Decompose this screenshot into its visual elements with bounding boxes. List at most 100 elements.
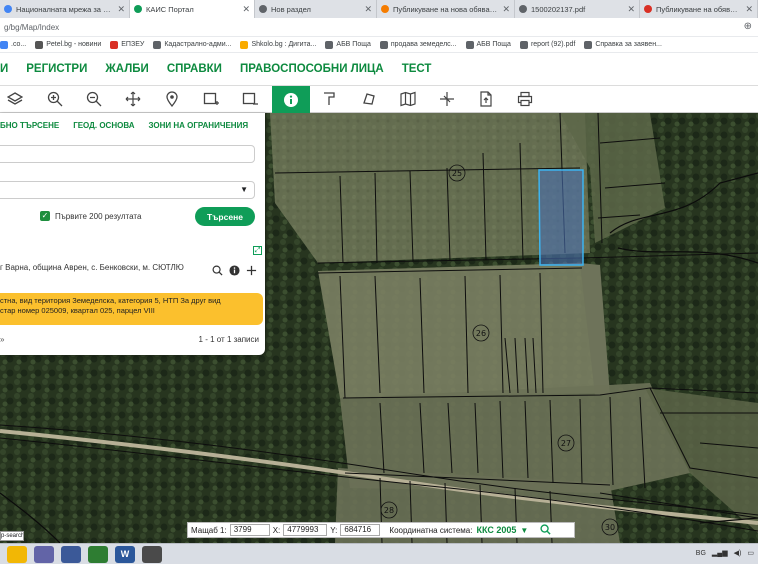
tab-close-icon[interactable]: ✕ xyxy=(242,4,250,15)
bookmark-item[interactable]: Shkolo.bg : Дигита... xyxy=(240,40,316,49)
language-indicator[interactable]: BG xyxy=(696,550,706,557)
plus-icon[interactable] xyxy=(245,264,257,276)
measure-length-icon[interactable] xyxy=(319,88,341,110)
word-icon[interactable]: W xyxy=(115,545,135,563)
tab-close-icon[interactable]: ✕ xyxy=(502,4,510,15)
system-tray: BG ▂▄▆ ◀) ▭ xyxy=(696,549,754,558)
tab-title: Нов раздел xyxy=(271,4,311,14)
tab-close-icon[interactable]: ✕ xyxy=(627,4,635,15)
tab-restriction-zones[interactable]: ЗОНИ НА ОГРАНИЧЕНИЯ xyxy=(148,121,248,130)
nav-item[interactable]: И xyxy=(0,63,8,75)
nav-item[interactable]: РЕГИСТРИ xyxy=(26,63,87,75)
info-circle-icon[interactable] xyxy=(228,264,240,276)
volume-icon[interactable]: ◀) xyxy=(734,549,742,557)
parcel-label-27: 27 xyxy=(561,439,571,448)
browser-tab[interactable]: Публикуване на нова обява в ... ✕ xyxy=(377,0,515,18)
selected-parcel[interactable] xyxy=(538,169,584,266)
bookmark-item[interactable]: report (92).pdf xyxy=(519,40,575,49)
export-icon[interactable] xyxy=(475,88,497,110)
bookmark-item[interactable]: Petel.bg - новини xyxy=(35,40,101,49)
nav-item[interactable]: ПРАВОСПОСОБНИ ЛИЦА xyxy=(240,63,384,75)
measure-area-icon[interactable] xyxy=(358,88,380,110)
system-dropdown-icon[interactable]: ▼ xyxy=(520,526,528,535)
pan-icon[interactable] xyxy=(122,88,144,110)
url-text[interactable]: g/bg/Map/Index xyxy=(4,23,59,32)
nav-item[interactable]: ТЕСТ xyxy=(402,63,432,75)
select-rectangle-icon[interactable] xyxy=(200,88,222,110)
browser-tab[interactable]: Нов раздел ✕ xyxy=(255,0,377,18)
deselect-rectangle-icon[interactable] xyxy=(239,88,261,110)
bookmark-favicon-icon xyxy=(584,40,593,49)
bookmark-item[interactable]: АБВ Поща xyxy=(325,40,371,49)
search-type-select[interactable]: ▼ xyxy=(0,181,255,199)
location-pin-icon[interactable] xyxy=(161,88,183,110)
bookmark-label: АБВ Поща xyxy=(476,41,511,48)
zoom-in-icon[interactable] xyxy=(44,88,66,110)
tab-close-icon[interactable]: ✕ xyxy=(117,4,125,15)
bookmark-label: Кадастрално-адми... xyxy=(164,41,232,48)
tab-favicon-icon xyxy=(134,5,142,13)
check-icon: ✓ xyxy=(40,211,50,221)
nav-item[interactable]: СПРАВКИ xyxy=(167,63,222,75)
bookmark-item[interactable]: АБВ Поща xyxy=(465,40,511,49)
y-input[interactable]: 684716 xyxy=(340,524,381,536)
expand-icon[interactable]: ⤢ xyxy=(253,246,262,255)
result-location: г Варна, община Аврен, с. Бенковски, м. … xyxy=(0,263,184,272)
x-label: X: xyxy=(272,525,281,535)
result-item[interactable]: стна, вид територия Земеделска, категори… xyxy=(0,293,263,325)
tab-close-icon[interactable]: ✕ xyxy=(364,4,372,15)
file-explorer-icon[interactable] xyxy=(7,545,27,563)
tab-title: Публикуване на обява - Продаж... xyxy=(656,4,741,14)
print-icon[interactable] xyxy=(514,88,536,110)
crosshair-icon[interactable] xyxy=(436,88,458,110)
tool-icon[interactable] xyxy=(61,545,81,563)
first-200-checkbox[interactable]: ✓ Първите 200 резултата xyxy=(40,211,141,221)
chevron-down-icon: ▼ xyxy=(240,185,248,194)
coordinate-system-value[interactable]: ККС 2005 xyxy=(476,525,516,535)
network-icon[interactable]: ▂▄▆ xyxy=(712,549,728,557)
address-bar[interactable]: g/bg/Map/Index ⊕ xyxy=(0,18,758,37)
browser-tab[interactable]: КАИС Портал ✕ xyxy=(130,0,255,18)
zoom-out-icon[interactable] xyxy=(83,88,105,110)
bookmark-item[interactable]: ЕПЗЕУ xyxy=(110,40,145,49)
search-text-input[interactable] xyxy=(0,145,255,163)
parcel-label-26: 26 xyxy=(476,329,486,338)
tab-favicon-icon xyxy=(381,5,389,13)
search-panel: БНО ТЪРСЕНЕ ГЕОД. ОСНОВА ЗОНИ НА ОГРАНИЧ… xyxy=(0,113,265,355)
scale-input[interactable]: 3799 xyxy=(229,524,270,536)
teams-icon[interactable] xyxy=(34,545,54,563)
notification-icon[interactable]: ▭ xyxy=(747,549,754,557)
bookmark-item[interactable]: Кадастрално-адми... xyxy=(153,40,232,49)
tab-geodetic-base[interactable]: ГЕОД. ОСНОВА xyxy=(73,121,134,130)
bookmark-favicon-icon xyxy=(465,40,474,49)
calculator-icon[interactable] xyxy=(88,545,108,563)
tab-search[interactable]: БНО ТЪРСЕНЕ xyxy=(0,121,59,130)
pager-last-icon[interactable]: » xyxy=(0,335,4,344)
parcel-label-30: 30 xyxy=(605,523,615,532)
browser-tab[interactable]: Националната мрежа за земед... ✕ xyxy=(0,0,130,18)
bookmark-item[interactable]: .co... xyxy=(0,40,27,49)
layers-icon[interactable] xyxy=(4,88,26,110)
nav-item[interactable]: ЖАЛБИ xyxy=(105,63,148,75)
bookmark-label: ЕПЗЕУ xyxy=(121,41,145,48)
pagination-count: 1 - 1 от 1 записи xyxy=(198,335,259,344)
search-icon[interactable] xyxy=(211,264,223,276)
x-input[interactable]: 4779993 xyxy=(283,524,328,536)
bookmark-label: АБВ Поща xyxy=(336,41,371,48)
tab-favicon-icon xyxy=(519,5,527,13)
zoom-icon[interactable]: ⊕ xyxy=(744,21,752,32)
bookmark-item[interactable]: продава земеделс... xyxy=(379,40,457,49)
coordinate-search-icon[interactable] xyxy=(540,523,551,537)
bookmark-label: .co... xyxy=(11,41,27,48)
tab-close-icon[interactable]: ✕ xyxy=(745,4,753,15)
browser-tab[interactable]: 1500202137.pdf ✕ xyxy=(515,0,640,18)
parcel-label-28: 28 xyxy=(384,506,394,515)
map-toolbar xyxy=(0,86,758,113)
browser-tab[interactable]: Публикуване на обява - Продаж... ✕ xyxy=(640,0,758,18)
search-button[interactable]: Търсене xyxy=(195,207,255,226)
chrome-icon[interactable] xyxy=(142,545,162,563)
bookmark-item[interactable]: Справка за заявен... xyxy=(584,40,662,49)
system-label: Координатна система: xyxy=(389,525,473,535)
info-icon[interactable] xyxy=(272,86,310,113)
map-icon[interactable] xyxy=(397,88,419,110)
